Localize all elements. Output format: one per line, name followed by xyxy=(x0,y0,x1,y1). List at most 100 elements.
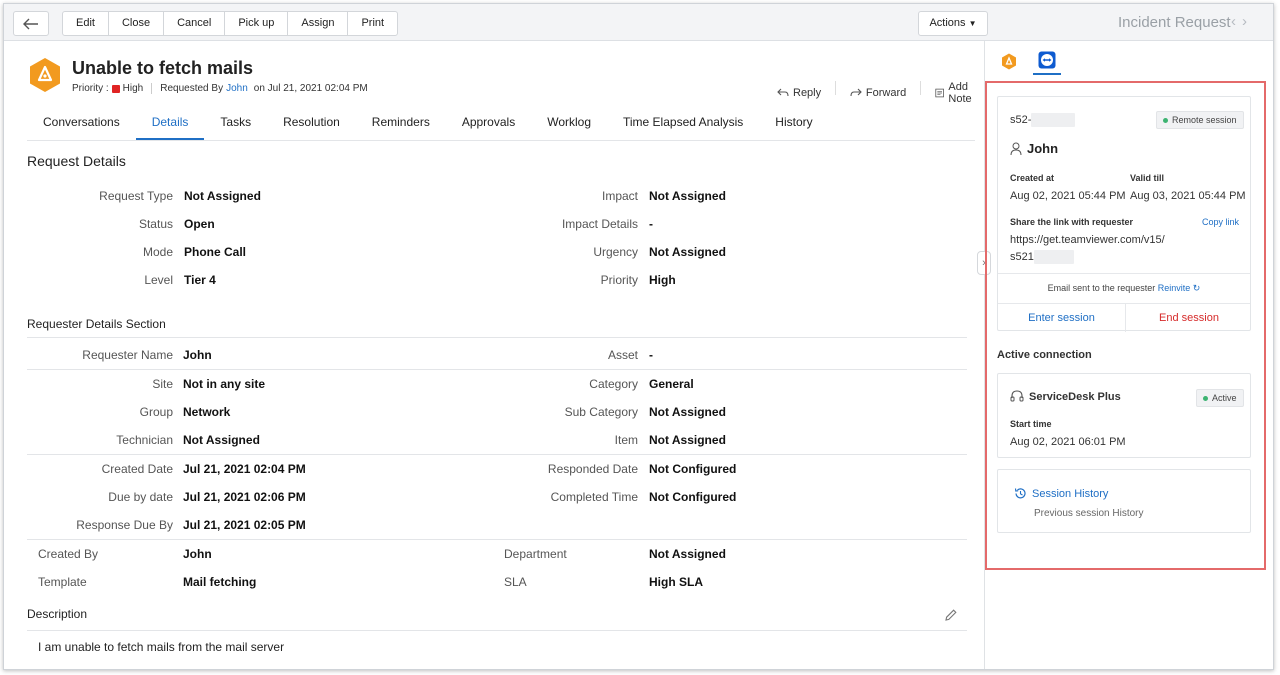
tab-approvals[interactable]: Approvals xyxy=(446,104,531,140)
session-link-line-2: s521 xyxy=(1010,249,1074,264)
tab-history[interactable]: History xyxy=(759,104,828,140)
conversation-actions: Reply Forward Add Note xyxy=(777,81,984,105)
tab-conversations[interactable]: Conversations xyxy=(27,104,136,140)
requested-on: on Jul 21, 2021 02:04 PM xyxy=(253,83,368,94)
created-date-value: Jul 21, 2021 02:04 PM xyxy=(183,462,306,476)
cancel-button[interactable]: Cancel xyxy=(164,12,226,35)
forward-button[interactable]: Forward xyxy=(850,81,906,105)
close-button[interactable]: Close xyxy=(109,12,165,35)
tab-worklog[interactable]: Worklog xyxy=(531,104,607,140)
request-main: Unable to fetch mails Priority : High Re… xyxy=(4,41,984,669)
field-label: Site xyxy=(152,377,173,391)
status-dot xyxy=(1203,395,1208,401)
divider xyxy=(835,81,836,95)
field-label: Responded Date xyxy=(547,462,638,476)
history-icon xyxy=(1014,488,1026,499)
impact-value: Not Assigned xyxy=(649,189,726,203)
session-user: John xyxy=(1010,141,1058,156)
teamviewer-icon xyxy=(1038,51,1056,69)
remote-session-badge: Remote session xyxy=(1156,111,1244,129)
previous-record-icon[interactable]: ‹ xyxy=(1231,13,1242,30)
pencil-icon[interactable] xyxy=(944,608,958,622)
user-icon xyxy=(1010,142,1022,155)
divider xyxy=(27,539,967,540)
refresh-icon: ↻ xyxy=(1192,283,1201,293)
priority-prefix: Priority : xyxy=(72,83,109,94)
field-label: Item xyxy=(614,433,638,447)
session-history-card[interactable]: Session History Previous session History xyxy=(997,469,1251,533)
mode-value: Phone Call xyxy=(184,245,247,259)
tab-time-elapsed-analysis[interactable]: Time Elapsed Analysis xyxy=(607,104,759,140)
actions-label: Actions xyxy=(929,17,966,29)
priority-field-value: High xyxy=(649,273,676,287)
sub-category-value: Not Assigned xyxy=(649,405,726,419)
requester-link[interactable]: John xyxy=(226,83,248,94)
field-label: Template xyxy=(38,575,87,589)
remote-session-card: s52- Remote session John Created at Aug … xyxy=(997,96,1252,332)
connection-name-label: ServiceDesk Plus xyxy=(1029,390,1121,403)
edit-button[interactable]: Edit xyxy=(63,12,109,35)
field-label: Group xyxy=(139,405,173,419)
add-note-button[interactable]: Add Note xyxy=(935,81,984,105)
field-label: Impact xyxy=(601,189,638,203)
actions-dropdown[interactable]: Actions ▼ xyxy=(918,11,988,36)
pick-up-button[interactable]: Pick up xyxy=(225,12,289,35)
session-link-prefix: s521 xyxy=(1010,251,1034,263)
status-value: Open xyxy=(184,217,215,231)
field-label: Requester Name xyxy=(82,348,173,362)
priority-value: High xyxy=(122,83,144,94)
tab-resolution[interactable]: Resolution xyxy=(267,104,356,140)
incident-request-icon xyxy=(30,58,60,92)
level-value: Tier 4 xyxy=(184,273,216,287)
enter-session-button[interactable]: Enter session xyxy=(998,304,1125,332)
urgency-value: Not Assigned xyxy=(649,245,726,259)
arrow-left-icon xyxy=(23,18,38,29)
valid-till-value: Aug 03, 2021 05:44 PM xyxy=(1130,190,1246,202)
active-connection-card: ServiceDesk Plus Active Start time Aug 0… xyxy=(997,373,1251,458)
chevron-down-icon: ▼ xyxy=(968,19,977,28)
field-label: Category xyxy=(589,377,638,391)
due-by-date-value: Jul 21, 2021 02:06 PM xyxy=(183,490,306,504)
group-value: Network xyxy=(183,405,231,419)
next-record-icon[interactable]: › xyxy=(1242,13,1253,30)
masked-session-id xyxy=(1031,113,1076,127)
completed-time-value: Not Configured xyxy=(649,490,737,504)
side-tab-teamviewer[interactable] xyxy=(1033,47,1061,75)
reply-button[interactable]: Reply xyxy=(777,81,821,105)
responded-date-value: Not Configured xyxy=(649,462,737,476)
end-session-button[interactable]: End session xyxy=(1126,304,1252,332)
side-tab-request-info[interactable] xyxy=(995,47,1023,75)
page-name: Incident Request xyxy=(1118,14,1231,31)
badge-label: Remote session xyxy=(1172,115,1237,125)
field-label: Created Date xyxy=(101,462,173,476)
asset-value: - xyxy=(649,348,653,362)
print-button[interactable]: Print xyxy=(348,12,397,35)
requested-by-prefix: Requested By xyxy=(160,83,224,94)
divider xyxy=(27,454,967,455)
field-label: Technician xyxy=(116,433,173,447)
start-time-label: Start time xyxy=(1010,419,1052,429)
back-button[interactable] xyxy=(13,11,49,36)
field-label: Asset xyxy=(607,348,638,362)
copy-link-button[interactable]: Copy link xyxy=(1202,217,1239,227)
divider xyxy=(998,273,1250,274)
tab-reminders[interactable]: Reminders xyxy=(356,104,446,140)
field-label: Request Type xyxy=(99,189,173,203)
session-history-link[interactable]: Session History xyxy=(1014,487,1108,500)
description-title: Description xyxy=(27,607,88,621)
field-label: SLA xyxy=(504,575,527,589)
category-value: General xyxy=(649,377,694,391)
site-value: Not in any site xyxy=(183,377,266,391)
tab-details[interactable]: Details xyxy=(135,104,205,140)
reinvite-button[interactable]: Reinvite ↻ xyxy=(1158,283,1201,293)
request-type-value: Not Assigned xyxy=(184,189,261,203)
tab-tasks[interactable]: Tasks xyxy=(204,104,267,140)
field-label: Priority xyxy=(600,273,638,287)
field-label: Department xyxy=(504,547,567,561)
field-label: Due by date xyxy=(108,490,173,504)
forward-label: Forward xyxy=(865,87,907,99)
email-note: Email sent to the requester Reinvite ↻ xyxy=(998,283,1250,294)
request-details-title: Request Details xyxy=(27,153,126,169)
masked-link xyxy=(1033,249,1074,264)
assign-button[interactable]: Assign xyxy=(288,12,349,35)
